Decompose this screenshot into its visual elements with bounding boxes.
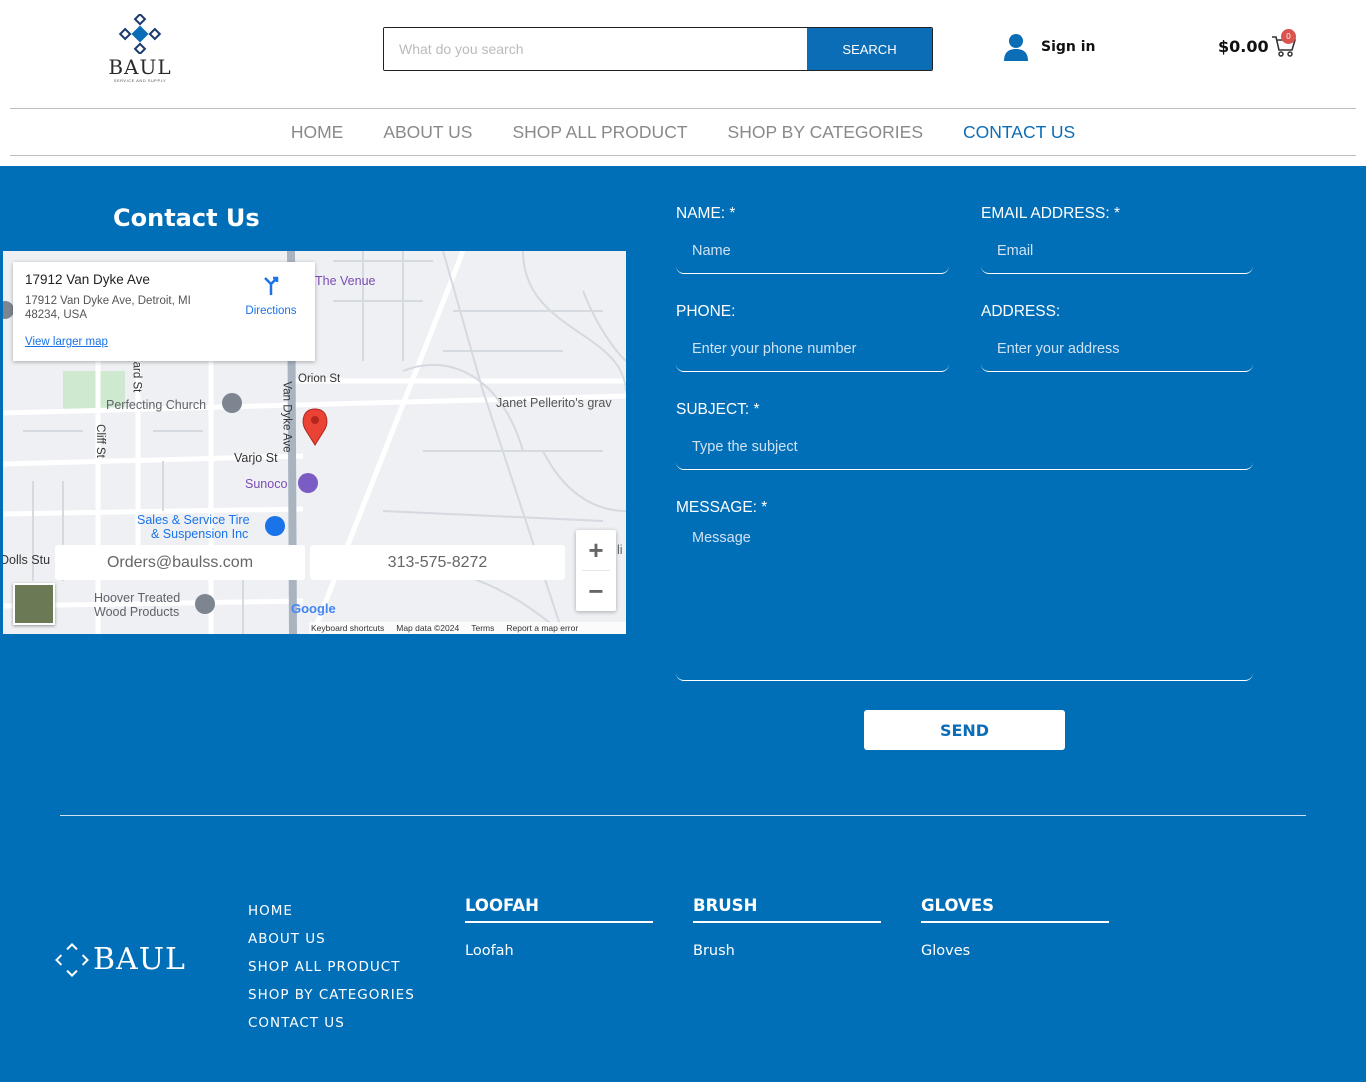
satellite-toggle[interactable]: [13, 583, 55, 625]
user-icon: [1004, 34, 1028, 61]
footer-nav-shop-by-categories[interactable]: SHOP BY CATEGORIES: [248, 981, 415, 1009]
cart-amount: $0.00: [1218, 36, 1269, 56]
nav-shop-by-categories[interactable]: SHOP BY CATEGORIES: [728, 122, 923, 143]
brand-logo[interactable]: BAUL SERVICE AND SUPPLY: [108, 14, 172, 86]
footer-link-loofah[interactable]: Loofah: [465, 943, 653, 959]
footer-logo-icon: [55, 942, 89, 977]
address-label: ADDRESS:: [981, 303, 1061, 320]
message-label: MESSAGE: *: [676, 499, 768, 516]
email-field-wrap: [981, 228, 1253, 274]
subject-input[interactable]: [676, 424, 1253, 469]
footer-column-gloves: GLOVES Gloves: [921, 896, 1109, 959]
map-label-varjo-st: Varjo St: [234, 451, 278, 465]
footer-nav-home[interactable]: HOME: [248, 897, 415, 925]
footer-nav-contact-us[interactable]: CONTACT US: [248, 1009, 415, 1037]
map-label-sales-service-2: & Suspension Inc: [151, 527, 249, 541]
footer-divider: [60, 815, 1306, 816]
zoom-out-button[interactable]: −: [576, 571, 616, 611]
name-field-wrap: [676, 228, 949, 274]
map-label-cliff-st: Cliff St: [93, 424, 106, 458]
message-textarea[interactable]: [676, 522, 1253, 680]
search-button[interactable]: SEARCH: [807, 28, 932, 70]
map-label-sunoco: Sunoco: [245, 477, 288, 491]
map-label-dolls: Dolls Stu: [3, 553, 51, 567]
subject-label: SUBJECT: *: [676, 401, 760, 418]
footer-brand-name: BAUL: [93, 942, 186, 977]
map-label-sales-service-1: Sales & Service Tire: [137, 513, 250, 527]
phone-tab[interactable]: 313-575-8272: [310, 545, 565, 580]
footer-heading-loofah: LOOFAH: [465, 896, 653, 923]
directions-button[interactable]: Directions: [241, 274, 301, 319]
nav-home[interactable]: HOME: [291, 122, 344, 143]
footer-link-gloves[interactable]: Gloves: [921, 943, 1109, 959]
map-label-hoover-1: Hoover Treated: [94, 591, 181, 605]
map-label-hoover-2: Wood Products: [94, 605, 180, 619]
nav-contact-us[interactable]: CONTACT US: [963, 122, 1075, 143]
nav-about-us[interactable]: ABOUT US: [383, 122, 472, 143]
footer-column-brush: BRUSH Brush: [693, 896, 881, 959]
google-logo: Google: [291, 601, 336, 616]
map-label-orion-st: Orion St: [298, 373, 341, 385]
map-zoom-controls: + −: [576, 530, 616, 611]
keyboard-shortcuts-link[interactable]: Keyboard shortcuts: [311, 623, 384, 633]
name-label: NAME: *: [676, 205, 736, 222]
brand-name: BAUL: [108, 55, 172, 79]
zoom-in-button[interactable]: +: [576, 530, 616, 570]
main-nav: HOME ABOUT US SHOP ALL PRODUCT SHOP BY C…: [10, 108, 1356, 156]
map-data-text: Map data ©2024: [396, 623, 460, 633]
send-button[interactable]: SEND: [864, 710, 1065, 750]
email-tab[interactable]: Orders@baulss.com: [55, 545, 305, 580]
subject-field-wrap: [676, 424, 1253, 470]
name-input[interactable]: [676, 228, 949, 273]
map-footer: Keyboard shortcuts Map data ©2024 Terms …: [309, 622, 626, 634]
directions-icon: [264, 276, 279, 295]
footer-heading-brush: BRUSH: [693, 896, 881, 923]
map-place-address: 17912 Van Dyke Ave, Detroit, MI 48234, U…: [25, 295, 191, 321]
footer-logo[interactable]: BAUL: [55, 942, 186, 977]
cart-button[interactable]: $0.00 0: [1218, 29, 1297, 58]
footer-nav-about-us[interactable]: ABOUT US: [248, 925, 415, 953]
map-place-title: 17912 Van Dyke Ave: [25, 272, 150, 287]
site-header: BAUL SERVICE AND SUPPLY SEARCH Sign in $…: [0, 0, 1366, 108]
address-input[interactable]: [981, 326, 1253, 371]
email-input[interactable]: [981, 228, 1253, 273]
map-info-card: 17912 Van Dyke Ave 17912 Van Dyke Ave, D…: [13, 262, 315, 361]
page-title: Contact Us: [113, 204, 260, 232]
phone-label: PHONE:: [676, 303, 736, 320]
footer-nav: HOME ABOUT US SHOP ALL PRODUCT SHOP BY C…: [248, 897, 415, 1037]
map-label-ward-st: ard St: [130, 361, 143, 393]
report-error-link[interactable]: Report a map error: [506, 623, 578, 633]
directions-label: Directions: [245, 305, 297, 317]
brand-tagline: SERVICE AND SUPPLY: [113, 78, 167, 83]
map-label-the-venue: The Venue: [315, 274, 376, 288]
phone-input[interactable]: [676, 326, 949, 371]
nav-shop-all-product[interactable]: SHOP ALL PRODUCT: [512, 122, 687, 143]
brand-logo-icon: [118, 14, 162, 54]
map-embed[interactable]: The Venue Orion St Perfecting Church Jan…: [3, 251, 626, 634]
search-bar: SEARCH: [383, 27, 933, 71]
message-field-wrap: [676, 522, 1253, 681]
view-larger-map-link[interactable]: View larger map: [25, 336, 108, 348]
phone-field-wrap: [676, 326, 949, 372]
sign-in-link[interactable]: Sign in: [1003, 33, 1096, 61]
cart-count-badge: 0: [1281, 29, 1296, 44]
map-label-van-dyke-ave: Van Dyke Ave: [280, 381, 293, 453]
footer-nav-shop-all-product[interactable]: SHOP ALL PRODUCT: [248, 953, 415, 981]
map-label-janet: Janet Pellerito's grav: [496, 396, 612, 410]
map-label-perfecting-church: Perfecting Church: [106, 398, 207, 412]
terms-link[interactable]: Terms: [471, 623, 494, 633]
email-label: EMAIL ADDRESS: *: [981, 205, 1120, 222]
footer-column-loofah: LOOFAH Loofah: [465, 896, 653, 959]
sign-in-label: Sign in: [1041, 39, 1096, 55]
footer-heading-gloves: GLOVES: [921, 896, 1109, 923]
address-field-wrap: [981, 326, 1253, 372]
map-label-li: li: [617, 543, 623, 557]
footer-link-brush[interactable]: Brush: [693, 943, 881, 959]
search-input[interactable]: [384, 28, 807, 70]
